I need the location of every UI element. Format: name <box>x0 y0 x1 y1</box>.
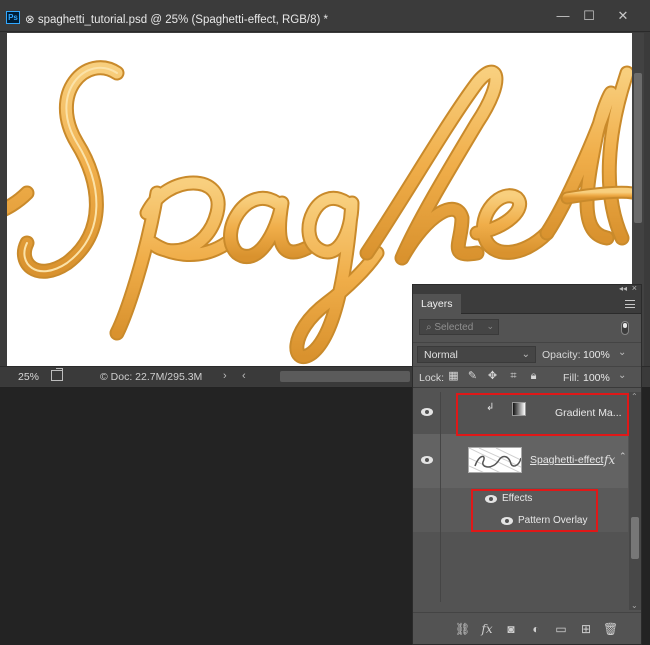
highlight-box-gradient-map <box>456 393 629 436</box>
chevron-up-icon[interactable]: ⌃ <box>619 451 627 462</box>
doc-size-text: Doc: 22.7M/295.3M <box>110 371 203 383</box>
visibility-eye-icon[interactable] <box>421 456 433 464</box>
adjustment-layer-icon[interactable]: ◐ <box>529 622 543 636</box>
blend-mode-select[interactable]: Normal ⌄ <box>417 346 536 363</box>
panel-tabbar: Layers <box>413 294 641 314</box>
blend-mode-value: Normal <box>424 349 458 361</box>
layers-empty-area <box>413 532 628 602</box>
document-titlebar[interactable]: Ps ⊗ spaghetti_tutorial.psd @ 25% (Spagh… <box>0 0 650 32</box>
panel-vertical-scrollbar[interactable]: ⌃ ⌄ <box>629 392 641 610</box>
photoshop-logo-icon: Ps <box>6 11 20 24</box>
letter-p <box>109 175 235 341</box>
lock-all-icon[interactable]: 🔒︎ <box>528 371 539 382</box>
maximize-icon[interactable]: ☐ <box>577 9 601 25</box>
opacity-input[interactable]: 100% <box>583 349 610 361</box>
letter-g <box>289 190 385 364</box>
panel-header: ◂◂ × <box>413 283 641 294</box>
letter-t <box>539 65 632 246</box>
add-mask-icon[interactable]: ◙ <box>504 622 518 636</box>
letter-s <box>7 60 125 279</box>
info-circle-icon: © <box>100 371 111 383</box>
doc-size-info[interactable]: © Doc: 22.7M/295.3M <box>100 371 202 383</box>
visibility-eye-icon[interactable] <box>421 408 433 416</box>
fill-input[interactable]: 100% <box>583 372 610 384</box>
spaghetti-thumbnail-icon <box>469 448 521 472</box>
lock-artboard-icon[interactable]: ⌗ <box>508 371 519 382</box>
add-layer-style-fx-icon[interactable]: fx <box>480 622 494 636</box>
filter-toggle-switch[interactable] <box>621 321 629 335</box>
minimize-icon[interactable]: — <box>551 9 575 25</box>
fill-chevron-icon[interactable]: ⌄ <box>618 370 626 381</box>
lock-transparent-icon[interactable]: ▦ <box>448 371 459 382</box>
new-layer-icon[interactable]: ⊞ <box>579 622 593 636</box>
fx-icon[interactable]: fx <box>604 453 615 467</box>
close-document-icon[interactable]: ⊗ <box>25 14 35 26</box>
opacity-label: Opacity: <box>542 349 581 361</box>
new-group-folder-icon[interactable]: ▭ <box>554 622 568 636</box>
document-title: spaghetti_tutorial.psd @ 25% (Spaghetti-… <box>37 14 329 26</box>
letter-a <box>223 190 315 264</box>
close-icon[interactable]: ✕ <box>611 9 635 25</box>
letter-e <box>469 188 555 260</box>
lock-row: Lock: ▦ ✎ ✥ ⌗ 🔒︎ Fill: 100% ⌄ <box>413 366 641 388</box>
lock-image-brush-icon[interactable]: ✎ <box>467 371 478 382</box>
highlight-box-effects <box>471 489 598 532</box>
zoom-level[interactable]: 25% <box>18 371 39 383</box>
fill-label: Fill: <box>563 372 580 384</box>
collapse-panel-icon[interactable]: ◂◂ <box>619 284 627 293</box>
scroll-down-icon[interactable]: ⌄ <box>631 601 638 610</box>
layers-panel: ◂◂ × Layers ⌕ Selected ⌄ Normal ⌄ Opacit… <box>412 283 642 645</box>
layer-filter-value: Selected <box>434 322 474 333</box>
layers-bottom-toolbar: ⛓︎ fx ◙ ◐ ▭ ⊞ 🗑︎ <box>413 612 641 644</box>
tab-layers[interactable]: Layers <box>413 294 461 314</box>
scroll-up-icon[interactable]: ⌃ <box>631 392 638 401</box>
link-layers-icon[interactable]: ⛓︎ <box>455 622 470 636</box>
search-icon: ⌕ <box>426 322 432 333</box>
share-icon[interactable] <box>51 368 63 381</box>
layer-row-spaghetti-effect[interactable]: Spaghetti-effect fx ⌃ <box>413 434 628 488</box>
panel-menu-icon[interactable] <box>625 300 635 308</box>
panel-scroll-thumb[interactable] <box>631 517 639 559</box>
delete-layer-trash-icon[interactable]: 🗑︎ <box>603 622 618 636</box>
blend-row: Normal ⌄ Opacity: 100% ⌄ <box>413 342 641 366</box>
canvas-vertical-scroll-thumb[interactable] <box>634 73 642 223</box>
lock-label: Lock: <box>419 372 445 384</box>
close-panel-icon[interactable]: × <box>632 283 637 293</box>
layer-thumbnail <box>468 447 522 473</box>
chevron-down-icon: ⌄ <box>486 321 494 331</box>
layer-filter-select[interactable]: ⌕ Selected ⌄ <box>419 319 499 335</box>
scroll-left-icon[interactable]: ‹ <box>242 370 246 382</box>
chevron-down-icon: ⌄ <box>521 349 530 360</box>
canvas-horizontal-scrollbar[interactable] <box>280 371 410 382</box>
layer-filter-row: ⌕ Selected ⌄ <box>413 314 641 342</box>
status-expand-icon[interactable]: › <box>223 370 227 382</box>
opacity-chevron-icon[interactable]: ⌄ <box>618 347 626 358</box>
lock-position-move-icon[interactable]: ✥ <box>487 371 498 382</box>
layer-name[interactable]: Spaghetti-effect <box>530 454 603 466</box>
